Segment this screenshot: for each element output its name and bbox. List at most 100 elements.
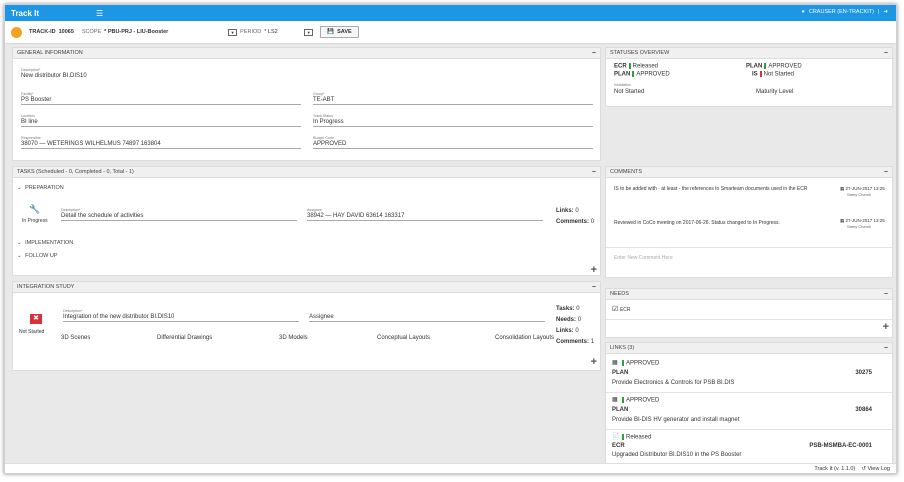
user-menu[interactable]: ● CRAUSER (EN-TRACKIT) | ➜ <box>802 9 888 15</box>
new-comment-input[interactable]: Enter New Comment Here <box>614 255 673 261</box>
link-description: Upgraded Distributor BI.DIS10 in the PS … <box>612 452 742 458</box>
wrench-icon: 🔧 <box>29 204 41 214</box>
track-status-field[interactable]: Track Status In Progress <box>313 114 593 127</box>
user-icon: ● <box>801 9 805 15</box>
tasks-panel: TASKS (Scheduled - 0, Completed - 0, Tot… <box>12 166 601 276</box>
statuses-overview-panel: STATUSES OVERVIEW − ECR Released PLAN APPR… <box>605 47 893 107</box>
user-name: CRAUSER (EN-TRACKIT) <box>808 9 874 15</box>
chevron-down-icon: ⌄ <box>17 253 22 259</box>
scope-value[interactable]: * PBU-PRJ - LIU-Booster <box>104 29 228 35</box>
task-assignee-field[interactable]: Assignee 38942 — HAY DAVID 63614 163317 <box>307 208 543 221</box>
needs-panel: NEEDS − ☑ ECR + <box>605 288 893 338</box>
chevron-down-icon: ⌄ <box>17 240 22 246</box>
link-type: PLAN <box>612 370 629 376</box>
need-separator <box>606 319 892 320</box>
link-type: PLAN <box>612 407 629 413</box>
responsible-field[interactable]: Responsible 38070 — WETERINGS WILHELMUS … <box>21 136 301 149</box>
view-log-link[interactable]: ↺ View Log <box>861 466 890 472</box>
trackid-label: TRACK-ID <box>29 29 56 35</box>
comment-text: Reviewed in CoCo meeting on 2017-06-26. … <box>614 220 780 226</box>
comments-panel: COMMENTS − IS to be added with - at leas… <box>605 166 893 278</box>
collapse-icon[interactable]: − <box>884 291 888 298</box>
link-type: ECR <box>612 443 625 449</box>
facility-field[interactable]: Facility* PS Booster <box>21 92 301 105</box>
link-id: 30275 <box>855 370 872 376</box>
logout-icon[interactable]: ➜ <box>883 9 888 15</box>
period-value[interactable]: * LS2 <box>264 29 304 35</box>
panel-header: NEEDS − <box>606 289 892 300</box>
collapse-icon[interactable]: − <box>592 50 596 57</box>
description-field[interactable]: Description* New distributor BI.DIS10 <box>21 68 593 80</box>
link-id: PSB-MSMBA-EC-0001 <box>809 443 872 449</box>
ecr-status[interactable]: ECR Released <box>614 63 658 70</box>
period-dropdown-icon[interactable]: ▼ <box>304 28 314 36</box>
integration-assignee-field[interactable]: Assignee <box>309 313 545 322</box>
comment-text: IS to be added with - at least - the ref… <box>614 186 808 192</box>
plan-status-right[interactable]: PLAN APPROVED <box>746 63 802 70</box>
collapse-icon[interactable]: − <box>592 284 596 291</box>
follow-up-section[interactable]: ⌄ FOLLOW UP <box>17 253 58 259</box>
need-item-ecr[interactable]: ☑ ECR <box>612 305 631 313</box>
save-button[interactable]: 💾 SAVE <box>320 26 359 38</box>
group-field[interactable]: Group* TE-ABT <box>313 92 593 105</box>
comment-author: Samy Chemli <box>847 192 871 197</box>
panel-header: STATUSES OVERVIEW − <box>606 48 892 59</box>
is-status[interactable]: IS Not Started <box>752 71 794 78</box>
plan-icon: ▦ <box>612 397 618 403</box>
collapse-icon[interactable]: − <box>592 169 596 176</box>
menu-icon[interactable]: ☰ <box>96 9 103 18</box>
link-description: Provide BI-DIS HV generator and install … <box>612 417 740 423</box>
chevron-down-icon: ⌄ <box>17 185 22 191</box>
status-dot-icon <box>11 26 22 38</box>
task-status: In Progress <box>22 218 48 224</box>
task-description-field[interactable]: Description* Detail the schedule of acti… <box>61 208 297 221</box>
panel-header: COMMENTS − <box>606 167 892 178</box>
add-integration-icon[interactable]: + <box>591 356 597 368</box>
period-label: PERIOD <box>240 29 262 35</box>
add-task-icon[interactable]: + <box>591 264 597 276</box>
collapse-icon[interactable]: − <box>884 345 888 352</box>
link-status: Released <box>626 434 652 441</box>
link-item[interactable]: 📄 Released ECR PSB-MSMBA-EC-0001 Upgrade… <box>606 431 892 463</box>
calendar-icon: ▦ <box>840 186 845 191</box>
implementation-section[interactable]: ⌄ IMPLEMENTATION <box>17 240 73 246</box>
location-field[interactable]: Location BI line <box>21 114 301 127</box>
add-need-icon[interactable]: + <box>883 321 889 333</box>
app-window: Track It ☰ ● CRAUSER (EN-TRACKIT) | ➜ TR… <box>4 4 897 474</box>
panel-header: INTEGRATION STUDY − <box>13 282 600 293</box>
link-id: 30864 <box>855 407 872 413</box>
col-differential-drawings[interactable]: Differential Drawings <box>157 335 212 341</box>
comment-author: Samy Chemli <box>847 224 871 229</box>
task-comments-count: Comments: 0 <box>556 219 595 225</box>
collapse-icon[interactable]: − <box>884 169 888 176</box>
document-icon: 📄 <box>612 434 620 440</box>
link-item[interactable]: ▦ APPROVED PLAN 30275 Provide Electronic… <box>606 357 892 393</box>
scope-dropdown-icon[interactable]: ▼ <box>228 28 238 36</box>
col-consolidation-layouts[interactable]: Consolidation Layouts <box>495 335 554 341</box>
budget-code-field[interactable]: Budget Code APPROVED <box>313 136 593 149</box>
history-icon: ↺ <box>861 465 866 472</box>
plan-status-left[interactable]: PLAN APPROVED <box>614 71 670 78</box>
top-bar: Track It ☰ ● CRAUSER (EN-TRACKIT) | ➜ <box>5 5 896 21</box>
version-label: Track It (v. 1.1.0) <box>814 465 856 472</box>
not-started-icon: ✖ <box>30 314 42 324</box>
collapse-icon[interactable]: − <box>884 50 888 57</box>
app-title[interactable]: Track It <box>11 9 96 18</box>
link-item[interactable]: ▦ APPROVED PLAN 30864 Provide BI-DIS HV … <box>606 394 892 430</box>
installation-value: Not Started <box>614 89 645 95</box>
integration-status: Not Started <box>19 329 45 335</box>
preparation-section[interactable]: ⌄ PREPARATION <box>17 185 64 191</box>
col-3d-scenes[interactable]: 3D Scenes <box>61 335 90 341</box>
checkbox-icon: ☑ <box>612 306 619 313</box>
col-3d-models[interactable]: 3D Models <box>279 335 308 341</box>
integration-links-count: Links: 0 <box>556 328 579 334</box>
footer: Track It (v. 1.1.0) ↺ View Log <box>5 463 896 473</box>
integration-study-panel: INTEGRATION STUDY − ✖ Not Started Descri… <box>12 281 601 371</box>
integration-tasks-count: Tasks: 0 <box>556 306 580 312</box>
links-panel: LINKS (3) − ▦ APPROVED PLAN 30275 Provid… <box>605 342 893 464</box>
col-conceptual-layouts[interactable]: Conceptual Layouts <box>377 335 430 341</box>
calendar-icon: ▦ <box>840 218 845 223</box>
link-description: Provide Electronics & Controls for PSB B… <box>612 380 735 386</box>
general-information-panel: GENERAL INFORMATION − Description* New d… <box>12 47 601 161</box>
integration-description-field[interactable]: Description* Integration of the new dist… <box>63 309 299 322</box>
